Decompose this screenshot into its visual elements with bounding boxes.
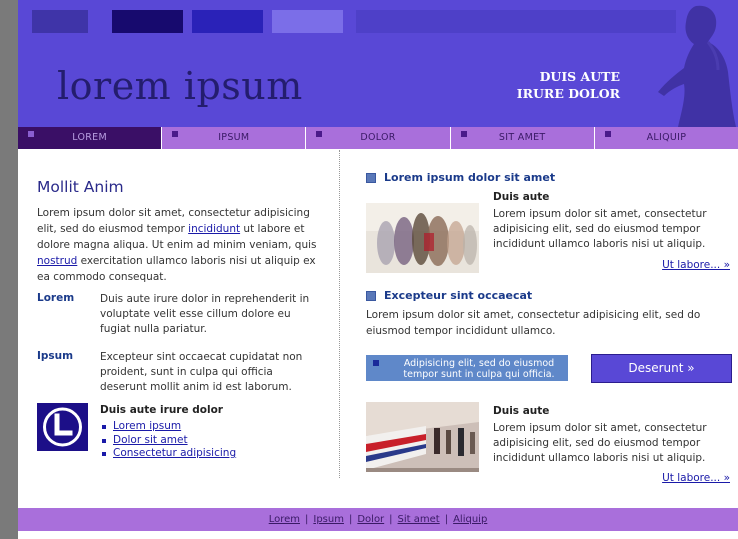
box-title: Duis aute irure dolor bbox=[100, 404, 223, 416]
nav-item-aliquip[interactable]: ALIQUIP bbox=[595, 127, 738, 149]
nav-bullet-icon bbox=[460, 131, 467, 137]
nav-bullet-icon bbox=[28, 131, 34, 137]
nav-bullet-icon bbox=[172, 131, 179, 137]
footer-separator: | bbox=[444, 514, 449, 525]
footer-nav: Lorem | Ipsum | Dolor | Sit amet | Aliquip bbox=[18, 508, 738, 531]
nav-bullet-icon bbox=[604, 131, 611, 137]
bullet-square-icon bbox=[373, 360, 379, 366]
bullet-square-icon bbox=[366, 291, 376, 301]
nav-bullet-icon bbox=[316, 131, 323, 137]
main-nav: LOREM IPSUM DOLOR SIT AMET ALIQUIP bbox=[18, 127, 738, 149]
nav-item-label: LOREM bbox=[72, 132, 107, 143]
article-1-title: Duis aute bbox=[493, 191, 550, 203]
list-item: Dolor sit amet bbox=[100, 434, 236, 448]
box-link-list: Lorem ipsum Dolor sit amet Consectetur a… bbox=[100, 420, 236, 461]
box-link-dolor-sit-amet[interactable]: Dolor sit amet bbox=[113, 434, 188, 446]
header-color-block bbox=[272, 10, 343, 33]
footer-separator: | bbox=[389, 514, 393, 525]
clock-icon bbox=[37, 403, 88, 451]
box-link-consectetur[interactable]: Consectetur adipisicing bbox=[113, 447, 236, 459]
footer-separator: | bbox=[348, 514, 353, 525]
crowd-photo-image bbox=[366, 203, 479, 273]
nav-item-lorem[interactable]: LOREM bbox=[18, 127, 163, 149]
section-2-text: Lorem ipsum dolor sit amet, consectetur … bbox=[366, 309, 701, 337]
nav-item-label: SIT AMET bbox=[498, 132, 546, 143]
inline-link-nostrud[interactable]: nostrud bbox=[37, 255, 77, 267]
read-more-link-2[interactable]: Ut labore... » bbox=[662, 472, 730, 484]
nav-item-label: IPSUM bbox=[218, 132, 250, 143]
subway-photo-image bbox=[366, 402, 479, 472]
inline-link-incididunt[interactable]: incididunt bbox=[188, 223, 240, 235]
deserunt-button[interactable]: Deserunt » bbox=[591, 354, 732, 383]
footer-separator: | bbox=[305, 514, 309, 525]
section-heading: Mollit Anim bbox=[37, 178, 124, 196]
callout-box: Adipisicing elit, sed do eiusmod tempor … bbox=[366, 355, 568, 381]
callout-text: Adipisicing elit, sed do eiusmod tempor … bbox=[403, 358, 555, 380]
tagline-line-1: DUIS AUTE bbox=[539, 69, 620, 84]
nav-item-label: DOLOR bbox=[360, 132, 396, 143]
header-color-block bbox=[356, 10, 676, 33]
definition-lorem: Duis aute irure dolor in reprehenderit i… bbox=[100, 293, 310, 335]
footer-link-sit-amet[interactable]: Sit amet bbox=[398, 514, 440, 525]
definition-ipsum: Excepteur sint occaecat cupidatat non pr… bbox=[100, 351, 303, 393]
header-tagline: DUIS AUTE IRURE DOLOR bbox=[517, 68, 620, 102]
page: lorem ipsum DUIS AUTE IRURE DOLOR LOREM … bbox=[18, 0, 738, 539]
left-column: Mollit Anim Lorem ipsum dolor sit amet, … bbox=[18, 150, 340, 478]
section-title-2-label: Excepteur sint occaecat bbox=[384, 289, 533, 302]
nav-item-dolor[interactable]: DOLOR bbox=[306, 127, 451, 149]
footer-link-lorem[interactable]: Lorem bbox=[269, 514, 300, 525]
nav-item-label: ALIQUIP bbox=[646, 132, 687, 143]
section-title-1: Lorem ipsum dolor sit amet bbox=[366, 171, 555, 184]
footer-link-aliquip[interactable]: Aliquip bbox=[453, 514, 487, 525]
box-link-lorem-ipsum[interactable]: Lorem ipsum bbox=[113, 420, 181, 432]
right-column: Lorem ipsum dolor sit amet Duis aute Lor… bbox=[348, 150, 738, 484]
nav-item-sit-amet[interactable]: SIT AMET bbox=[451, 127, 595, 149]
article-2-title: Duis aute bbox=[493, 405, 550, 417]
section-title-2: Excepteur sint occaecat bbox=[366, 289, 532, 302]
model-silhouette-image bbox=[648, 0, 738, 127]
term-lorem: Lorem bbox=[37, 292, 75, 304]
list-item: Consectetur adipisicing bbox=[100, 447, 236, 461]
article-2-text: Lorem ipsum dolor sit amet, consectetur … bbox=[493, 422, 707, 464]
tagline-line-2: IRURE DOLOR bbox=[516, 86, 620, 101]
header-color-block bbox=[112, 10, 183, 33]
footer-link-ipsum[interactable]: Ipsum bbox=[313, 514, 344, 525]
header-color-block bbox=[192, 10, 263, 33]
intro-paragraph: Lorem ipsum dolor sit amet, consectetur … bbox=[37, 205, 322, 285]
term-ipsum: Ipsum bbox=[37, 350, 74, 362]
nav-item-ipsum[interactable]: IPSUM bbox=[162, 127, 307, 149]
header: lorem ipsum DUIS AUTE IRURE DOLOR bbox=[18, 0, 738, 127]
bullet-square-icon bbox=[366, 173, 376, 183]
footer-link-dolor[interactable]: Dolor bbox=[357, 514, 384, 525]
article-1-text: Lorem ipsum dolor sit amet, consectetur … bbox=[493, 208, 707, 250]
site-logo[interactable]: lorem ipsum bbox=[57, 64, 303, 108]
section-title-1-label: Lorem ipsum dolor sit amet bbox=[384, 171, 556, 184]
intro-text: exercitation ullamco laboris nisi ut ali… bbox=[37, 255, 316, 283]
list-item: Lorem ipsum bbox=[100, 420, 236, 434]
header-color-block bbox=[32, 10, 88, 33]
read-more-link-1[interactable]: Ut labore... » bbox=[662, 259, 730, 271]
